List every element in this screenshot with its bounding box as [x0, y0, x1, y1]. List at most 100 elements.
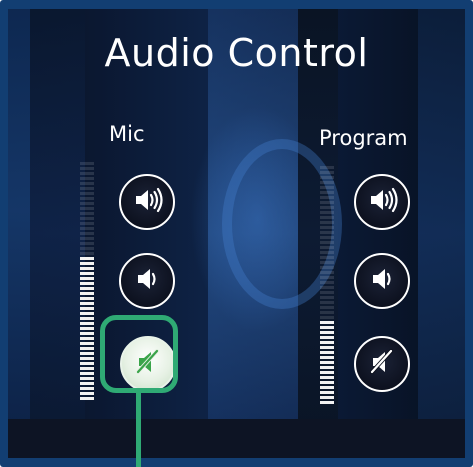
meter-segment — [320, 396, 334, 399]
meter-segment — [320, 311, 334, 314]
meter-segment — [80, 197, 94, 200]
meter-segment — [80, 182, 94, 185]
meter-segment — [320, 401, 334, 404]
program-level-meter — [320, 166, 334, 404]
meter-segment — [80, 337, 94, 340]
mic-label: Mic — [109, 122, 145, 146]
meter-segment — [320, 276, 334, 279]
meter-segment — [80, 257, 94, 260]
meter-segment — [320, 341, 334, 344]
meter-segment — [320, 196, 334, 199]
meter-segment — [80, 377, 94, 380]
meter-segment — [320, 246, 334, 249]
meter-segment — [320, 281, 334, 284]
touch-screen: Audio Control Mic Program — [8, 9, 465, 458]
meter-segment — [80, 227, 94, 230]
meter-segment — [80, 397, 94, 400]
meter-segment — [320, 211, 334, 214]
meter-segment — [320, 391, 334, 394]
meter-segment — [80, 167, 94, 170]
meter-segment — [320, 306, 334, 309]
meter-segment — [80, 247, 94, 250]
meter-segment — [320, 356, 334, 359]
meter-segment — [320, 176, 334, 179]
meter-segment — [80, 387, 94, 390]
callout-highlight-box — [100, 315, 178, 393]
meter-segment — [320, 186, 334, 189]
meter-segment — [320, 271, 334, 274]
program-label: Program — [319, 126, 408, 150]
mic-volume-up-button[interactable] — [119, 174, 175, 230]
mic-level-meter — [80, 162, 94, 400]
meter-segment — [80, 392, 94, 395]
meter-segment — [320, 201, 334, 204]
meter-segment — [320, 231, 334, 234]
meter-segment — [320, 266, 334, 269]
volume-up-icon — [130, 183, 164, 221]
meter-segment — [80, 177, 94, 180]
meter-segment — [320, 241, 334, 244]
meter-segment — [320, 206, 334, 209]
meter-segment — [80, 237, 94, 240]
meter-segment — [80, 187, 94, 190]
meter-segment — [320, 366, 334, 369]
meter-segment — [80, 362, 94, 365]
meter-segment — [320, 326, 334, 329]
background-band — [30, 9, 85, 458]
bottom-strip — [8, 419, 465, 458]
meter-segment — [80, 372, 94, 375]
meter-segment — [320, 261, 334, 264]
meter-segment — [80, 212, 94, 215]
meter-segment — [320, 171, 334, 174]
meter-segment — [320, 386, 334, 389]
program-mute-button[interactable] — [354, 336, 410, 392]
meter-segment — [320, 316, 334, 319]
volume-down-icon — [130, 262, 164, 300]
meter-segment — [320, 166, 334, 169]
program-volume-down-button[interactable] — [354, 253, 410, 309]
meter-segment — [320, 361, 334, 364]
meter-segment — [80, 317, 94, 320]
program-volume-up-button[interactable] — [354, 174, 410, 230]
meter-segment — [320, 371, 334, 374]
meter-segment — [80, 232, 94, 235]
meter-segment — [80, 217, 94, 220]
meter-segment — [80, 252, 94, 255]
meter-segment — [80, 272, 94, 275]
meter-segment — [80, 262, 94, 265]
meter-segment — [320, 291, 334, 294]
meter-segment — [320, 226, 334, 229]
meter-segment — [80, 242, 94, 245]
meter-segment — [320, 331, 334, 334]
meter-segment — [80, 322, 94, 325]
meter-segment — [80, 347, 94, 350]
meter-segment — [80, 312, 94, 315]
background-band — [418, 9, 465, 458]
meter-segment — [320, 191, 334, 194]
callout-line — [136, 393, 141, 467]
meter-segment — [80, 267, 94, 270]
meter-segment — [80, 222, 94, 225]
meter-segment — [320, 351, 334, 354]
volume-down-icon — [365, 262, 399, 300]
mic-volume-down-button[interactable] — [119, 253, 175, 309]
meter-segment — [80, 207, 94, 210]
meter-segment — [80, 277, 94, 280]
meter-segment — [320, 336, 334, 339]
meter-segment — [80, 382, 94, 385]
meter-segment — [80, 342, 94, 345]
volume-up-icon — [365, 183, 399, 221]
meter-segment — [80, 202, 94, 205]
meter-segment — [320, 286, 334, 289]
meter-segment — [320, 236, 334, 239]
meter-segment — [80, 287, 94, 290]
meter-segment — [80, 352, 94, 355]
meter-segment — [80, 367, 94, 370]
meter-segment — [320, 381, 334, 384]
meter-segment — [80, 292, 94, 295]
meter-segment — [320, 346, 334, 349]
meter-segment — [80, 282, 94, 285]
meter-segment — [320, 376, 334, 379]
meter-segment — [80, 357, 94, 360]
meter-segment — [320, 256, 334, 259]
